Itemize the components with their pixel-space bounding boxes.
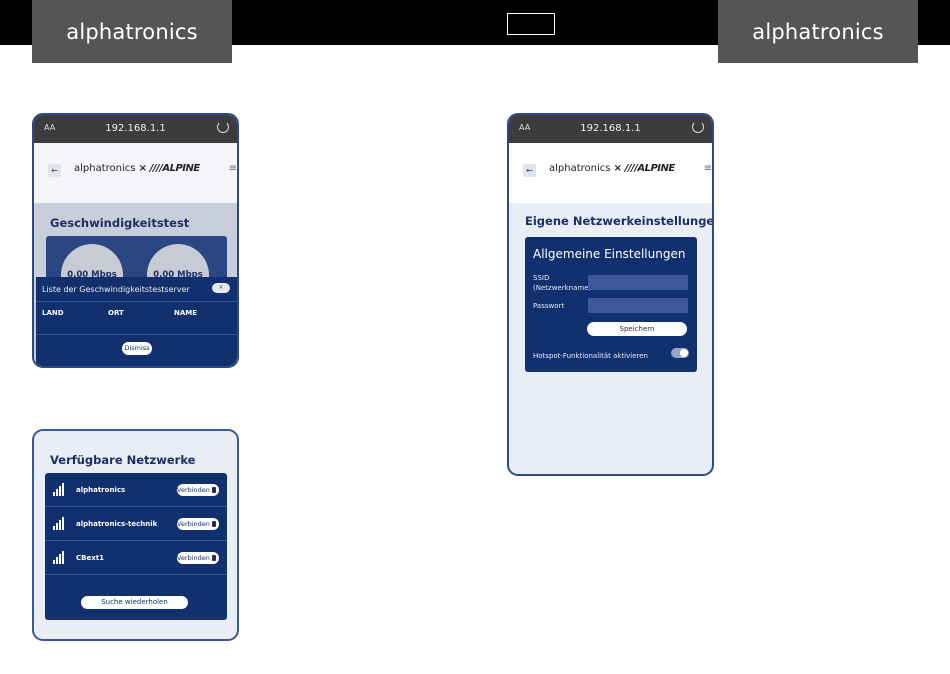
lock-icon xyxy=(212,487,216,493)
connect-button[interactable]: Verbinden xyxy=(177,518,219,530)
connect-button[interactable]: Verbinden xyxy=(177,484,219,496)
settings-card: Allgemeine Einstellungen SSID (Netzwerkna… xyxy=(525,237,697,372)
page-number-box xyxy=(507,13,555,35)
wifi-signal-icon xyxy=(53,517,67,530)
reload-icon[interactable] xyxy=(692,121,704,133)
url-text[interactable]: 192.168.1.1 xyxy=(509,123,712,134)
site-header: ← alphatronics × ////ALPINE ≡ xyxy=(34,143,237,203)
browser-url-bar[interactable]: AA 192.168.1.1 xyxy=(34,115,237,143)
divider xyxy=(36,301,237,302)
network-row[interactable]: CBext1 Verbinden xyxy=(45,541,227,575)
network-name: CBext1 xyxy=(76,554,104,562)
site-header: ← alphatronics × ////ALPINE ≡ xyxy=(509,143,712,203)
network-row[interactable]: alphatronics Verbinden xyxy=(45,473,227,507)
speedtest-title: Geschwindigkeitstest xyxy=(50,216,190,230)
hotspot-label: Hotspot-Funktionalität aktivieren xyxy=(533,352,648,360)
brand-logo-right: alphatronics xyxy=(718,0,918,63)
menu-icon[interactable]: ≡ xyxy=(229,163,237,174)
networks-card: alphatronics Verbinden alphatronics-tech… xyxy=(45,473,227,620)
modal-title: Liste der Geschwindigkeitstestserver xyxy=(42,285,190,294)
lock-icon xyxy=(212,555,216,561)
speedtest-screenshot: AA 192.168.1.1 ← alphatronics × ////ALPI… xyxy=(32,113,239,368)
back-arrow-icon[interactable]: ← xyxy=(48,164,61,177)
server-list-modal: Liste der Geschwindigkeitstestserver × L… xyxy=(36,277,237,366)
settings-title: Eigene Netzwerkeinstellungen xyxy=(525,214,714,228)
networks-screenshot: Verfügbare Netzwerke alphatronics Verbin… xyxy=(32,429,239,641)
ssid-input[interactable] xyxy=(588,275,688,290)
column-header-city: ORT xyxy=(108,309,124,317)
back-arrow-icon[interactable]: ← xyxy=(523,164,536,177)
save-button[interactable]: Speichern xyxy=(587,322,687,336)
wifi-signal-icon xyxy=(53,483,67,496)
menu-icon[interactable]: ≡ xyxy=(704,163,712,174)
divider xyxy=(36,334,237,335)
password-label: Passwort xyxy=(533,302,565,310)
url-text[interactable]: 192.168.1.1 xyxy=(34,123,237,134)
network-name: alphatronics-technik xyxy=(76,520,158,528)
column-header-name: NAME xyxy=(174,309,198,317)
column-header-country: LAND xyxy=(42,309,64,317)
retry-scan-button[interactable]: Suche wiederholen xyxy=(81,596,188,609)
site-logo: alphatronics × ////ALPINE xyxy=(74,163,200,174)
card-title: Allgemeine Einstellungen xyxy=(533,247,686,261)
network-name: alphatronics xyxy=(76,486,126,494)
networks-title: Verfügbare Netzwerke xyxy=(50,453,196,467)
ssid-label: SSID (Netzwerkname) xyxy=(533,274,592,292)
wifi-signal-icon xyxy=(53,551,67,564)
password-input[interactable] xyxy=(588,298,688,313)
reload-icon[interactable] xyxy=(217,121,229,133)
modal-close-button[interactable]: × xyxy=(212,283,230,293)
browser-url-bar[interactable]: AA 192.168.1.1 xyxy=(509,115,712,143)
connect-button[interactable]: Verbinden xyxy=(177,552,219,564)
settings-screenshot: AA 192.168.1.1 ← alphatronics × ////ALPI… xyxy=(507,113,714,476)
manual-page: alphatronics alphatronics AA 192.168.1.1… xyxy=(0,0,950,674)
dismiss-button[interactable]: Dismiss xyxy=(122,342,152,355)
lock-icon xyxy=(212,521,216,527)
brand-logo-left: alphatronics xyxy=(32,0,232,63)
network-row[interactable]: alphatronics-technik Verbinden xyxy=(45,507,227,541)
hotspot-toggle[interactable] xyxy=(671,348,689,358)
site-logo: alphatronics × ////ALPINE xyxy=(549,163,675,174)
